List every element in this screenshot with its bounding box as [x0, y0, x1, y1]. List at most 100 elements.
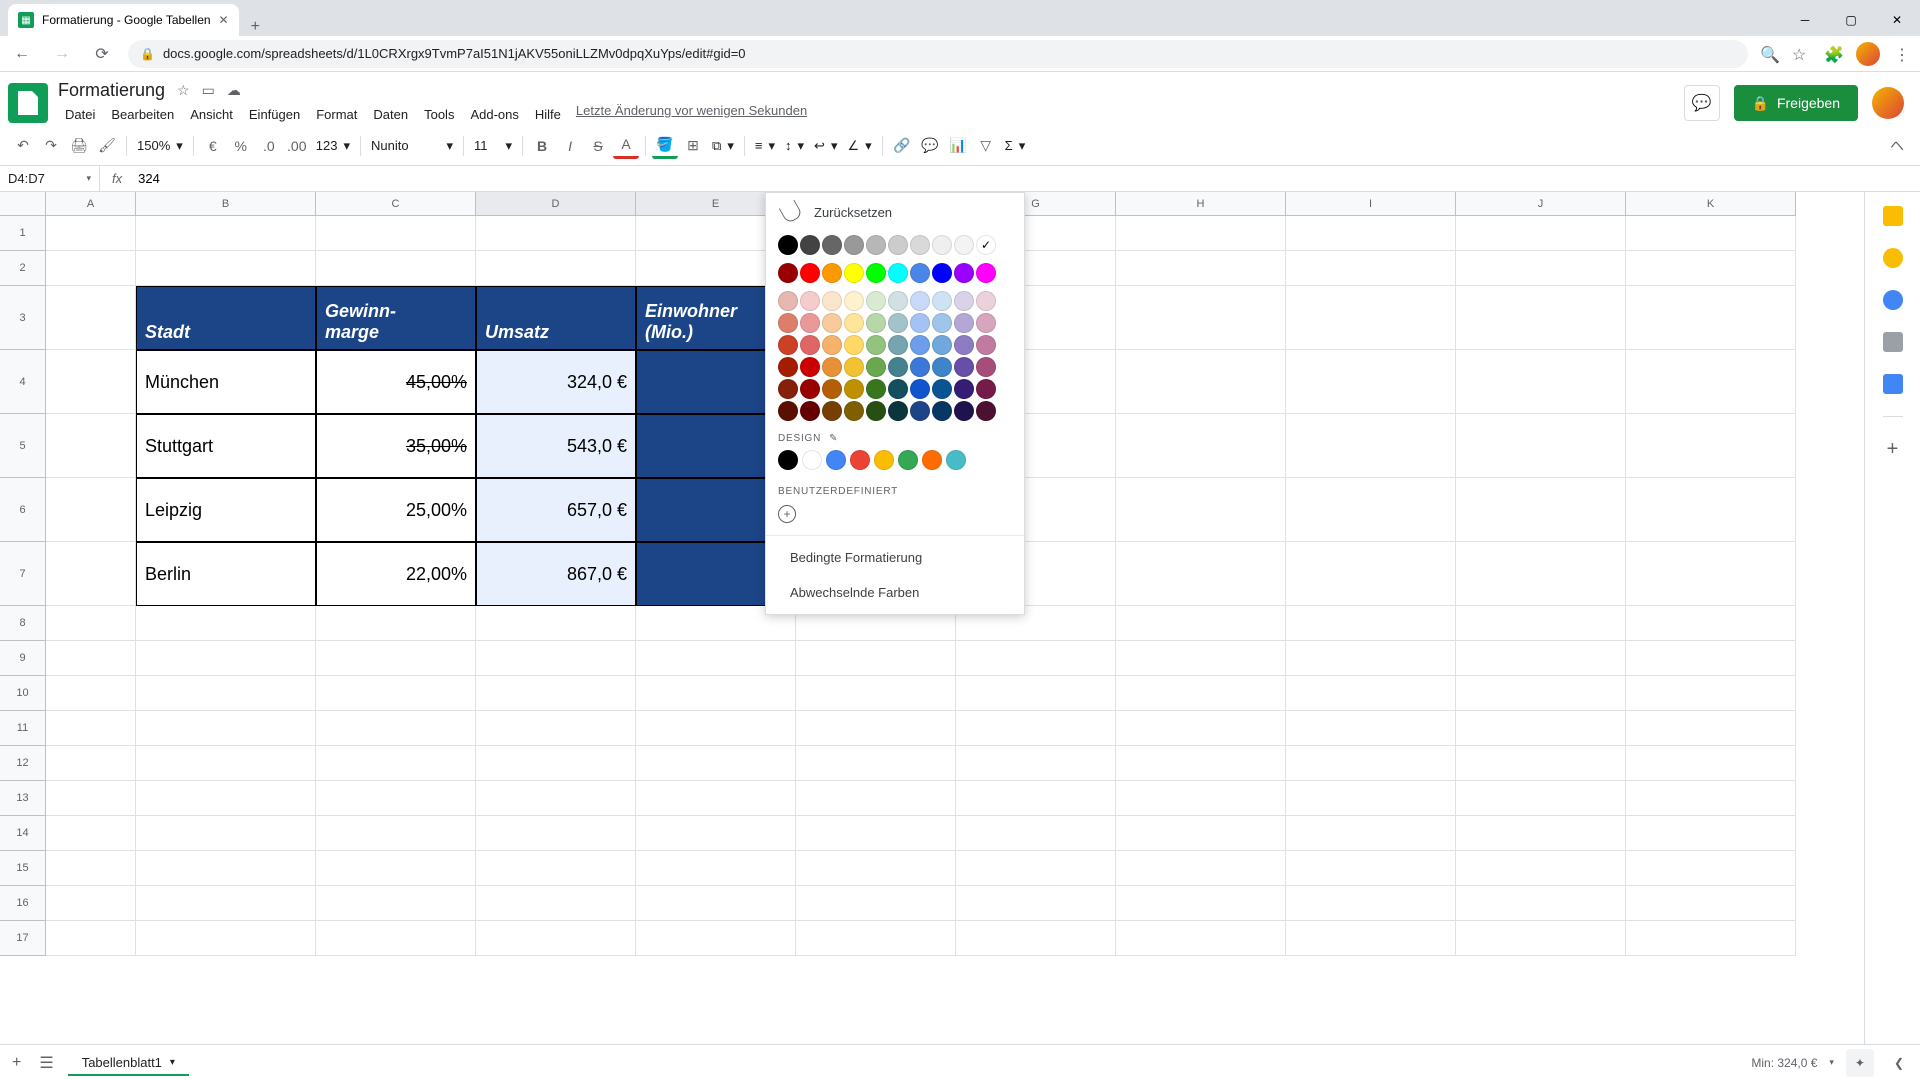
color-swatch[interactable] [844, 401, 864, 421]
cell-D8[interactable] [476, 606, 636, 641]
cell-D1[interactable] [476, 216, 636, 251]
cell-C6[interactable]: 25,00% [316, 478, 476, 542]
color-swatch[interactable] [932, 235, 952, 255]
share-button[interactable]: 🔒 Freigeben [1734, 85, 1858, 121]
color-swatch[interactable] [866, 235, 886, 255]
explore-button[interactable]: ✦ [1846, 1049, 1874, 1077]
comment-button[interactable]: 💬 [917, 133, 943, 159]
color-swatch[interactable] [932, 291, 952, 311]
color-swatch[interactable] [800, 379, 820, 399]
color-swatch[interactable] [800, 263, 820, 283]
cell-A6[interactable] [46, 478, 136, 542]
col-header-K[interactable]: K [1626, 192, 1796, 216]
cell-J12[interactable] [1456, 746, 1626, 781]
cell-J3[interactable] [1456, 286, 1626, 350]
cell-J16[interactable] [1456, 886, 1626, 921]
cell-H8[interactable] [1116, 606, 1286, 641]
cell-D3[interactable]: Umsatz [476, 286, 636, 350]
cell-C2[interactable] [316, 251, 476, 286]
rotate-button[interactable]: ∠▾ [843, 138, 875, 154]
color-swatch[interactable] [888, 357, 908, 377]
color-swatch[interactable] [822, 263, 842, 283]
color-swatch[interactable] [844, 263, 864, 283]
cell-B1[interactable] [136, 216, 316, 251]
color-swatch[interactable] [954, 235, 974, 255]
cell-I12[interactable] [1286, 746, 1456, 781]
color-swatch[interactable] [800, 313, 820, 333]
color-swatch[interactable] [954, 263, 974, 283]
cell-B14[interactable] [136, 816, 316, 851]
user-avatar[interactable] [1872, 87, 1904, 119]
status-text[interactable]: Min: 324,0 € [1751, 1056, 1817, 1070]
color-swatch[interactable] [954, 401, 974, 421]
cell-C1[interactable] [316, 216, 476, 251]
color-swatch[interactable] [822, 357, 842, 377]
color-swatch[interactable] [932, 263, 952, 283]
color-swatch[interactable] [800, 357, 820, 377]
cell-H9[interactable] [1116, 641, 1286, 676]
add-custom-color-button[interactable]: + [778, 505, 796, 523]
color-swatch[interactable] [822, 335, 842, 355]
color-swatch[interactable] [976, 291, 996, 311]
color-swatch[interactable] [822, 379, 842, 399]
cell-K14[interactable] [1626, 816, 1796, 851]
calendar-icon[interactable] [1883, 206, 1903, 226]
row-header-13[interactable]: 13 [0, 781, 46, 816]
cell-D10[interactable] [476, 676, 636, 711]
cell-G9[interactable] [956, 641, 1116, 676]
star-icon[interactable]: ☆ [1792, 45, 1810, 63]
forward-button[interactable]: → [48, 45, 76, 63]
minimize-button[interactable]: ─ [1782, 4, 1828, 36]
color-swatch[interactable] [954, 313, 974, 333]
cell-B15[interactable] [136, 851, 316, 886]
menu-addons[interactable]: Add-ons [463, 103, 525, 126]
color-swatch[interactable] [866, 291, 886, 311]
cell-G17[interactable] [956, 921, 1116, 956]
cell-G12[interactable] [956, 746, 1116, 781]
row-header-3[interactable]: 3 [0, 286, 46, 350]
collapse-toolbar-button[interactable]: ヘ [1884, 133, 1910, 159]
cell-A7[interactable] [46, 542, 136, 606]
menu-datei[interactable]: Datei [58, 103, 102, 126]
cell-I3[interactable] [1286, 286, 1456, 350]
zoom-icon[interactable]: 🔍 [1760, 45, 1778, 63]
formula-input[interactable]: 324 [134, 171, 1920, 186]
cell-B5[interactable]: Stuttgart [136, 414, 316, 478]
cell-K11[interactable] [1626, 711, 1796, 746]
cell-B9[interactable] [136, 641, 316, 676]
cell-I11[interactable] [1286, 711, 1456, 746]
col-header-B[interactable]: B [136, 192, 316, 216]
cell-K12[interactable] [1626, 746, 1796, 781]
color-swatch[interactable] [976, 313, 996, 333]
color-swatch[interactable] [976, 235, 996, 255]
cell-B11[interactable] [136, 711, 316, 746]
close-tab-icon[interactable]: ✕ [219, 13, 229, 27]
cell-H10[interactable] [1116, 676, 1286, 711]
cell-A13[interactable] [46, 781, 136, 816]
row-header-11[interactable]: 11 [0, 711, 46, 746]
color-swatch[interactable] [778, 335, 798, 355]
cell-J1[interactable] [1456, 216, 1626, 251]
cell-K6[interactable] [1626, 478, 1796, 542]
cell-B2[interactable] [136, 251, 316, 286]
color-swatch[interactable] [822, 235, 842, 255]
cell-I16[interactable] [1286, 886, 1456, 921]
font-select[interactable]: Nunito▾ [367, 138, 457, 154]
color-swatch[interactable] [778, 357, 798, 377]
cell-K7[interactable] [1626, 542, 1796, 606]
color-swatch[interactable] [932, 379, 952, 399]
row-header-9[interactable]: 9 [0, 641, 46, 676]
italic-button[interactable]: I [557, 133, 583, 159]
name-box[interactable]: D4:D7▾ [0, 166, 100, 191]
color-swatch[interactable] [976, 263, 996, 283]
cell-B12[interactable] [136, 746, 316, 781]
col-header-D[interactable]: D [476, 192, 636, 216]
cell-I4[interactable] [1286, 350, 1456, 414]
theme-swatch[interactable] [874, 450, 894, 470]
cell-D14[interactable] [476, 816, 636, 851]
menu-tools[interactable]: Tools [417, 103, 461, 126]
color-swatch[interactable] [866, 357, 886, 377]
cell-I15[interactable] [1286, 851, 1456, 886]
cell-D12[interactable] [476, 746, 636, 781]
cell-K3[interactable] [1626, 286, 1796, 350]
